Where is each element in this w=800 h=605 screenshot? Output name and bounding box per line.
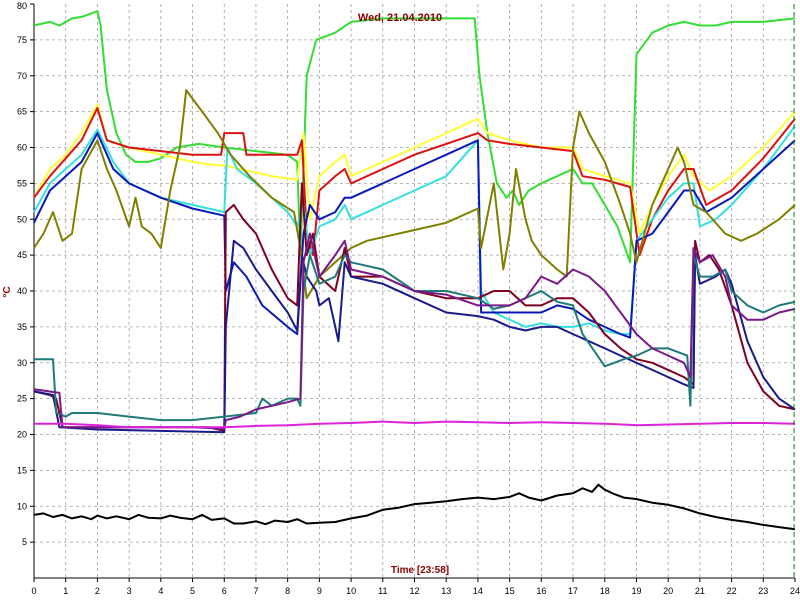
x-tick-label: 8: [285, 586, 290, 596]
y-axis-label: °C: [2, 286, 13, 297]
x-tick-label: 11: [378, 586, 387, 596]
x-tick-label: 5: [190, 586, 195, 596]
chart-svg: 0 1 2 3 4 5 6 7 8 9 10 11 12 13 14 15 16 17 18 19 20 21 22 23 24…: [0, 0, 800, 600]
x-tick-label: 4: [158, 586, 163, 596]
x-tick-label: 14: [473, 586, 483, 596]
x-tick-label: 18: [600, 586, 610, 596]
x-tick-label: 0: [31, 586, 36, 596]
x-axis-label: Time [23:58]: [391, 565, 449, 576]
x-tick-label: 15: [505, 586, 515, 596]
y-tick-label: 5: [22, 537, 27, 547]
y-tick-label: 70: [17, 71, 27, 81]
y-tick-label: 20: [17, 430, 27, 440]
y-tick-label: 45: [17, 250, 27, 260]
y-tick-label: 75: [17, 35, 27, 45]
x-tick-label: 16: [536, 586, 546, 596]
x-tick-label: 23: [758, 586, 768, 596]
y-tick-label: 25: [17, 394, 27, 404]
x-tick-label: 9: [317, 586, 322, 596]
x-tick-label: 6: [222, 586, 227, 596]
chart-background: [0, 0, 800, 600]
x-tick-label: 20: [663, 586, 673, 596]
x-tick-label: 17: [568, 586, 578, 596]
temperature-chart: 0 1 2 3 4 5 6 7 8 9 10 11 12 13 14 15 16 17 18 19 20 21 22 23 24…: [0, 0, 800, 600]
x-tick-label: 12: [409, 586, 419, 596]
x-tick-label: 13: [441, 586, 451, 596]
y-tick-label: 10: [17, 501, 27, 511]
x-tick-label: 2: [95, 586, 100, 596]
y-tick-label: 80: [17, 1, 27, 11]
x-tick-label: 1: [63, 586, 68, 596]
x-tick-label: 7: [253, 586, 258, 596]
x-tick-label: 22: [727, 586, 737, 596]
y-tick-label: 30: [17, 358, 27, 368]
x-tick-label: 21: [695, 586, 705, 596]
x-tick-label: 19: [631, 586, 641, 596]
y-tick-label: 55: [17, 178, 27, 188]
y-tick-label: 60: [17, 143, 27, 153]
x-tick-label: 3: [127, 586, 132, 596]
x-tick-label: 24: [790, 586, 800, 596]
y-tick-label: 40: [17, 286, 27, 296]
y-tick-label: 15: [17, 465, 27, 475]
y-tick-label: 35: [17, 322, 27, 332]
x-tick-label: 10: [346, 586, 356, 596]
chart-title: Wed, 21.04.2010: [358, 12, 442, 24]
y-tick-label: 50: [17, 214, 27, 224]
y-tick-label: 65: [17, 107, 27, 117]
